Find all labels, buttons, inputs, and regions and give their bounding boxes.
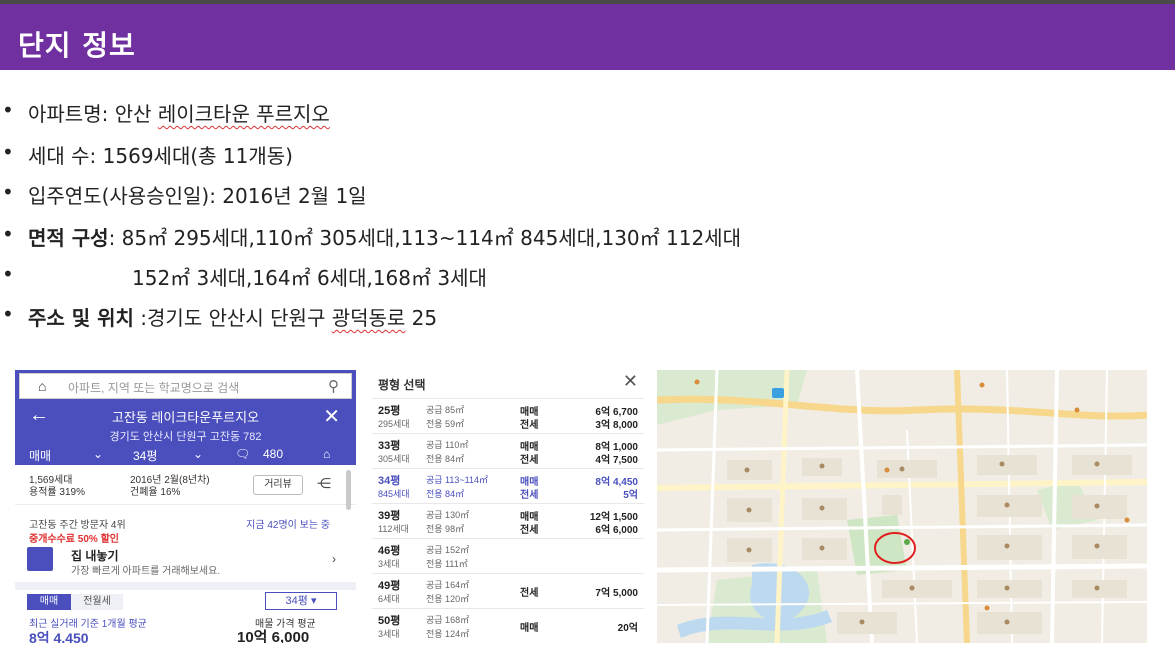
area-row-s2: 전용 98㎡ [426, 524, 465, 534]
area-row-s2: 전용 84㎡ [426, 454, 465, 464]
area-row[interactable]: 46평 3세대 공급 152㎡ 전용 111㎡ [372, 538, 644, 572]
area-row-s1: 공급 85㎡ [426, 405, 465, 415]
sell-home-banner[interactable]: 집 내놓기 가장 빠르게 아파트를 거래해보세요. › [15, 542, 356, 578]
area-row-hh: 6세대 [378, 594, 400, 604]
scrollbar[interactable] [346, 470, 351, 510]
area-row[interactable]: 49평 6세대 공급 164㎡ 전용 120㎡ 전세 7억 5,000 [372, 573, 644, 607]
area-row-hh: 112세대 [378, 524, 409, 534]
search-icon[interactable]: ⚲ [328, 377, 339, 395]
area-row-py: 50평 [378, 615, 401, 627]
chevron-down-icon: ⌄ [193, 447, 204, 461]
share-icon[interactable]: ⋲ [317, 475, 331, 492]
visitor-rank: 고잔동 주간 방문자 4위 [29, 520, 126, 531]
area-row-k2: 전세 [520, 420, 539, 431]
section-divider [15, 582, 356, 590]
app-header: ⌂ 아파트, 지역 또는 학교명으로 검색 ⚲ ← 고잔동 레이크타운푸르지오 … [15, 370, 356, 465]
area-row-s1: 공급 164㎡ [426, 580, 470, 590]
area-row-s2: 전용 59㎡ [426, 419, 465, 429]
area-row-py: 34평 [378, 475, 401, 487]
street-view-button[interactable]: 거리뷰 [253, 475, 303, 495]
area-row-hh: 3세대 [378, 629, 400, 639]
area-panel-title: 평형 선택 [378, 378, 426, 392]
area-row-s1: 공급 110㎡ [426, 440, 469, 450]
area-row-k2: 전세 [520, 455, 539, 466]
avg-price: 10억 6,000 [237, 629, 310, 643]
area-row-v2: 3억 8,000 [595, 420, 638, 431]
search-input[interactable]: ⌂ 아파트, 지역 또는 학교명으로 검색 ⚲ [19, 373, 352, 399]
area-row-hh: 305세대 [378, 454, 410, 464]
recent-price: 8억 4,450 [29, 630, 89, 643]
unit-count: 1,569세대 [29, 475, 73, 486]
area-row-s2: 전용 120㎡ [426, 594, 470, 604]
area-row-hh: 295세대 [378, 419, 410, 429]
complex-title: 고잔동 레이크타운푸르지오 [111, 410, 260, 425]
home-icon[interactable]: ⌂ [38, 378, 46, 394]
area-row-s1: 공급 113~114㎡ [426, 475, 489, 485]
area-row-k1: 매매 [520, 623, 539, 634]
chevron-right-icon: › [332, 552, 336, 566]
area-row[interactable]: 34평 845세대 공급 113~114㎡ 전용 84㎡ 매매 전세 8억 4,450 5억 [372, 468, 644, 502]
built-date: 2016년 2월(8년차) [130, 475, 210, 486]
area-row-s2: 전용 111㎡ [426, 559, 468, 569]
area-row-k2: 전세 [520, 490, 539, 501]
sell-subtitle: 가장 빠르게 아파트를 거래해보세요. [71, 566, 221, 577]
segment-rent[interactable]: 전월세 [71, 594, 123, 610]
area-row-py: 49평 [378, 580, 401, 592]
area-row-s1: 공급 130㎡ [426, 510, 470, 520]
area-selection-panel: 평형 선택 ✕ 25평 295세대 공급 85㎡ 전용 59㎡ 매매 전세 6억 6,700… [372, 370, 644, 643]
close-icon[interactable]: ✕ [623, 371, 638, 392]
page-title: 단지 정보 [18, 29, 136, 62]
app-screenshot-complex: ⌂ 아파트, 지역 또는 학교명으로 검색 ⚲ ← 고잔동 레이크타운푸르지오 … [15, 370, 356, 643]
building-coverage-ratio: 건폐율 16% [130, 487, 181, 498]
area-row-s2: 전용 84㎡ [426, 489, 465, 499]
area-row-v1: 20억 [617, 623, 638, 634]
area-row-py: 39평 [378, 510, 401, 522]
area-row-s2: 전용 124㎡ [426, 629, 470, 639]
comment-count: 480 [263, 447, 284, 461]
trade-type-dropdown[interactable]: 매매 [29, 447, 51, 464]
segment-trade[interactable]: 매매 [27, 594, 71, 610]
house-icon [27, 547, 53, 571]
area-row[interactable]: 39평 112세대 공급 130㎡ 전용 98㎡ 매매 전세 12억 1,500 6억 6,0… [372, 503, 644, 537]
bell-icon[interactable]: ⌂ [323, 447, 330, 461]
area-dropdown[interactable]: 34평 [133, 447, 157, 464]
area-row-s1: 공급 152㎡ [426, 545, 470, 555]
viewing-now: 지금 42명이 보는 중 [246, 520, 330, 531]
area-row[interactable]: 33평 305세대 공급 110㎡ 전용 84㎡ 매매 전세 8억 1,000 4억 7,50… [372, 433, 644, 467]
map-canvas [657, 370, 1147, 643]
slide-header: 단지 정보 [0, 4, 1175, 70]
area-row-v2: 5억 [623, 490, 638, 501]
area-row-hh: 845세대 [378, 489, 410, 499]
area-row-k1: 전세 [520, 588, 539, 599]
complex-summary: 1,569세대 용적률 319% 2016년 2월(8년차) 건폐율 16% 거리뷰… [15, 467, 356, 505]
area-select[interactable]: 34평 ▾ [265, 592, 337, 610]
search-placeholder: 아파트, 지역 또는 학교명으로 검색 [68, 381, 240, 395]
floor-area-ratio: 용적률 319% [29, 487, 85, 498]
area-row-py: 33평 [378, 440, 401, 452]
chevron-down-icon: ⌄ [93, 447, 104, 461]
area-row-py: 25평 [378, 405, 401, 417]
area-row[interactable]: 25평 295세대 공급 85㎡ 전용 59㎡ 매매 전세 6억 6,700 3억 8,000 [372, 398, 644, 432]
area-row-s1: 공급 168㎡ [426, 615, 470, 625]
area-row-v2: 6억 6,000 [595, 525, 638, 536]
area-row-k2: 전세 [520, 525, 539, 536]
location-map[interactable] [657, 370, 1147, 643]
filter-bar: 매매 ⌄ 34평 ⌄ 🗨 480 ⌂ [15, 442, 356, 465]
area-row-v1: 7억 5,000 [595, 588, 638, 599]
area-row-hh: 3세대 [378, 559, 400, 569]
comment-icon[interactable]: 🗨 [235, 447, 250, 461]
area-row[interactable]: 50평 3세대 공급 168㎡ 전용 124㎡ 매매 20억 [372, 608, 644, 642]
close-icon[interactable]: ✕ [323, 404, 340, 429]
area-row-v2: 4억 7,500 [595, 455, 638, 466]
area-row-py: 46평 [378, 545, 401, 557]
